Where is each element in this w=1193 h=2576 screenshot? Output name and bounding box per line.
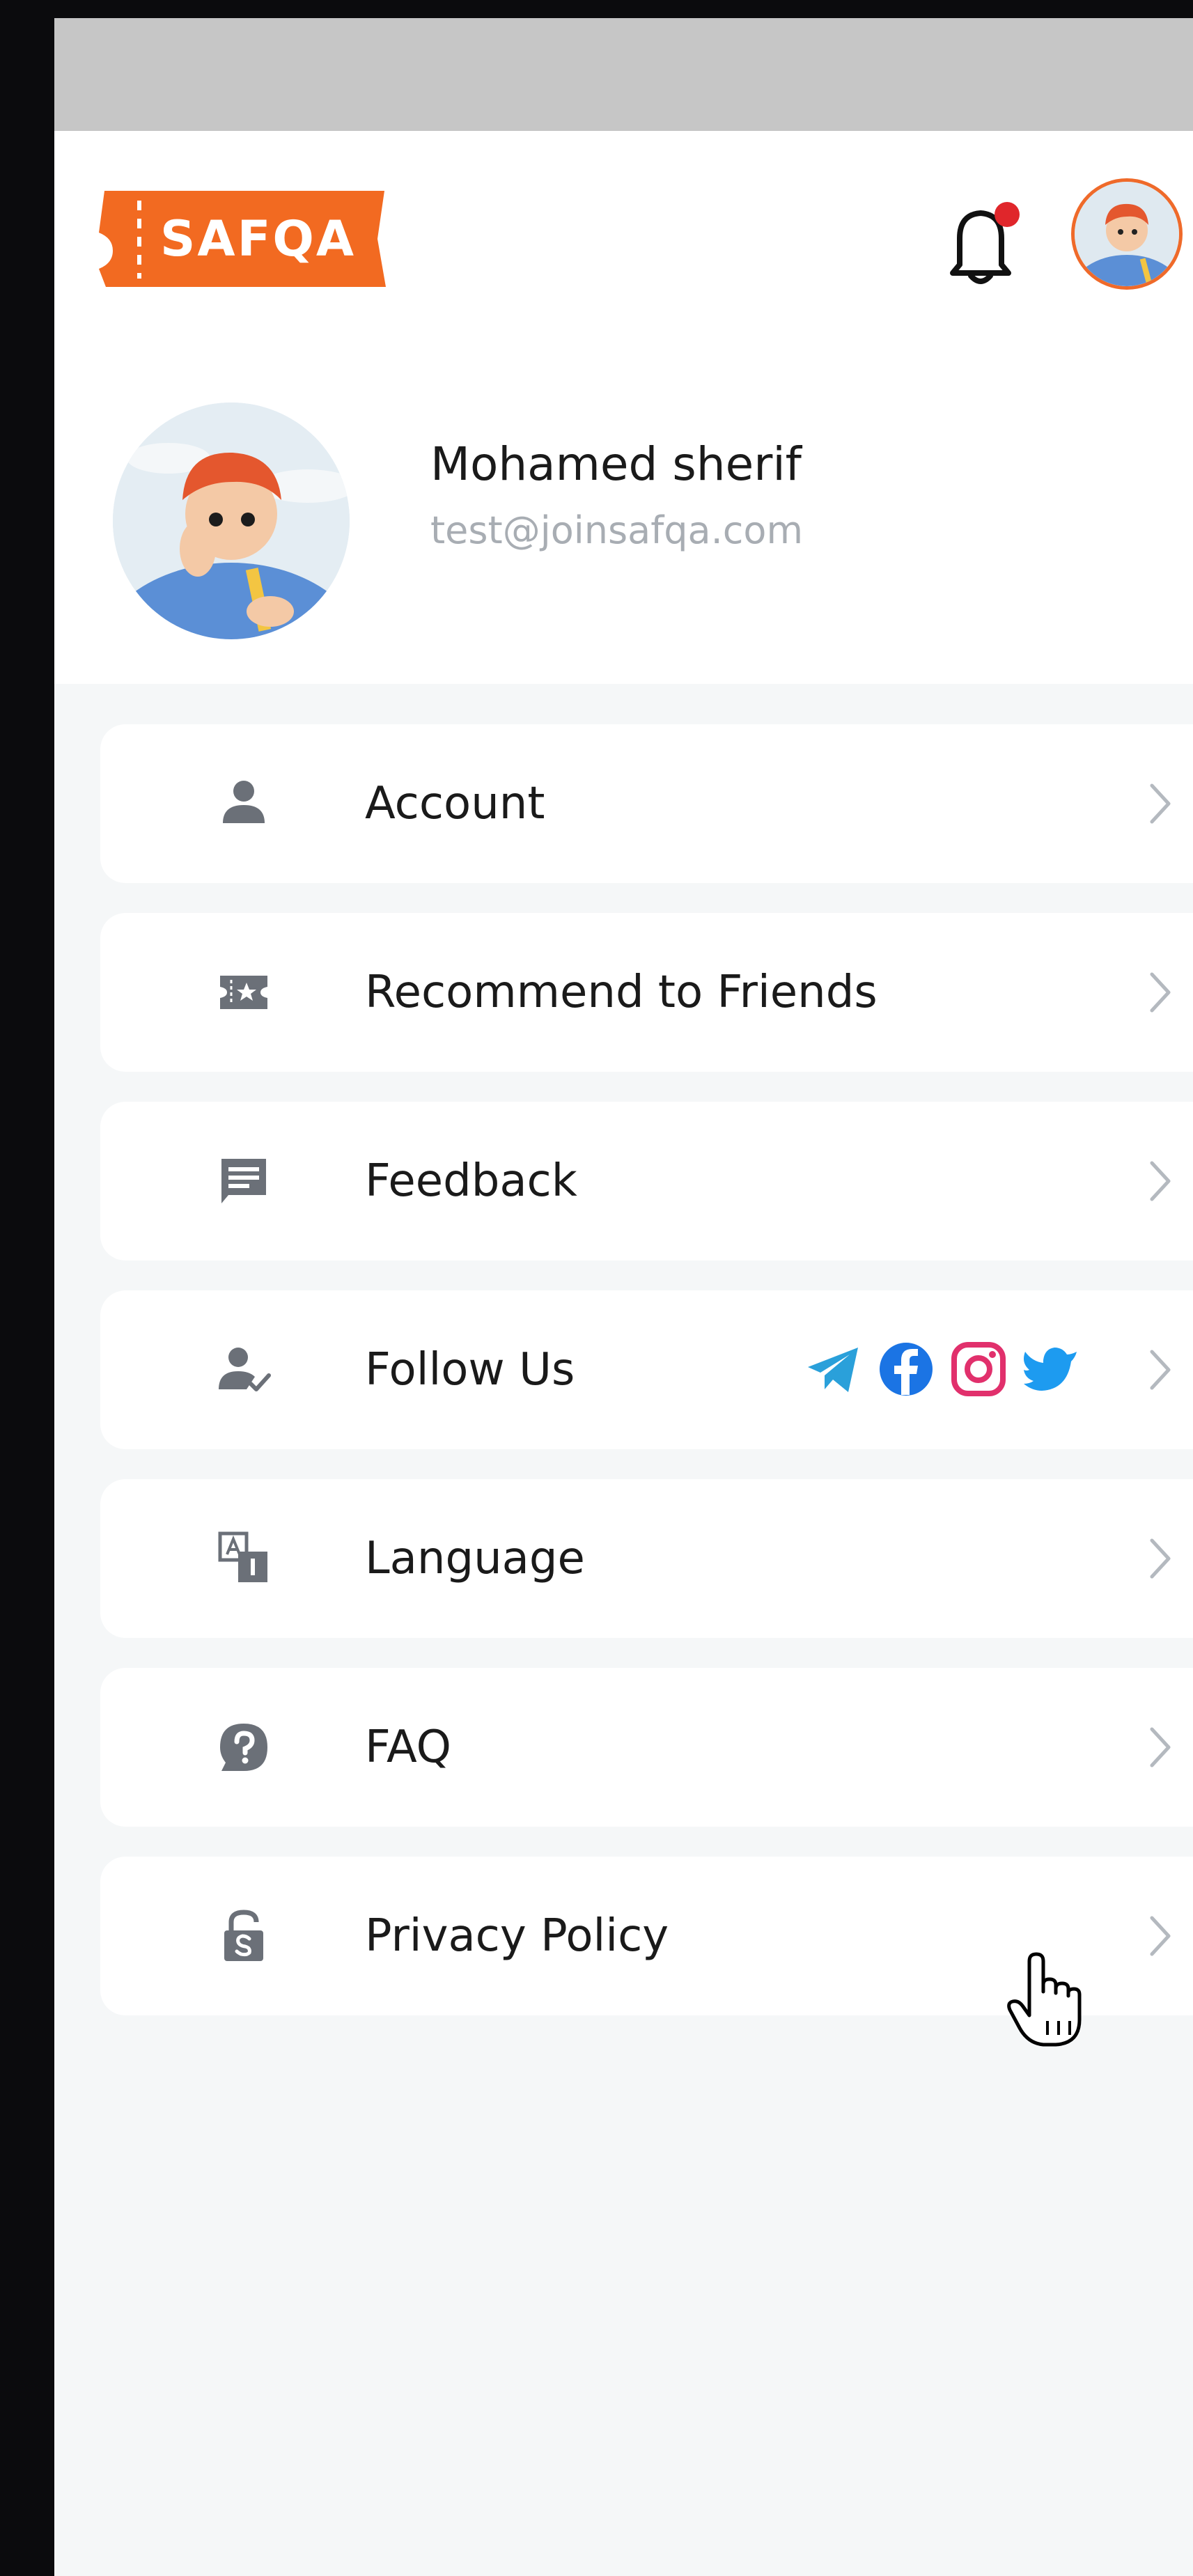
status-bar — [54, 18, 1193, 131]
app-screen: SAFQA Mohamed sherif test@joinsafqa.com … — [54, 18, 1193, 2576]
safqa-logo[interactable]: SAFQA — [98, 187, 391, 291]
menu-item-label: Language — [365, 1533, 585, 1584]
twitter-icon[interactable] — [1021, 1339, 1081, 1399]
menu-item-label: Account — [365, 778, 545, 829]
chevron-right-icon — [1150, 1161, 1171, 1201]
social-links — [804, 1339, 1096, 1402]
chevron-right-icon — [1150, 783, 1171, 824]
profile-header: SAFQA Mohamed sherif test@joinsafqa.com — [54, 131, 1193, 684]
menu-item-label: Follow Us — [365, 1344, 575, 1396]
menu-item-label: Privacy Policy — [365, 1910, 669, 1962]
help-bubble-icon — [220, 1724, 267, 1771]
menu-item-label: Recommend to Friends — [365, 967, 878, 1018]
person-check-icon — [219, 1348, 271, 1391]
feedback-message-icon — [221, 1159, 266, 1203]
menu-item-label: Feedback — [365, 1155, 577, 1207]
chevron-right-icon — [1150, 1916, 1171, 1956]
settings-menu: Account Recommend to Friends Feedback Fo… — [100, 724, 1193, 2045]
profile-email: test@joinsafqa.com — [430, 508, 804, 552]
profile-name: Mohamed sherif — [430, 437, 802, 491]
menu-item-feedback[interactable]: Feedback — [100, 1102, 1193, 1260]
facebook-icon[interactable] — [876, 1339, 936, 1399]
profile-avatar[interactable] — [113, 403, 350, 639]
language-icon — [218, 1531, 267, 1582]
instagram-icon[interactable] — [949, 1339, 1008, 1399]
person-icon — [223, 781, 265, 823]
notification-bell-icon[interactable] — [939, 198, 1022, 288]
chevron-right-icon — [1150, 1727, 1171, 1767]
header-avatar[interactable] — [1071, 178, 1183, 290]
telegram-icon[interactable] — [804, 1339, 864, 1399]
chevron-right-icon — [1150, 1538, 1171, 1579]
menu-item-follow-us[interactable]: Follow Us — [100, 1290, 1193, 1449]
hand-pointer-cursor-icon — [1007, 1952, 1082, 2047]
chevron-right-icon — [1150, 972, 1171, 1013]
menu-item-label: FAQ — [365, 1722, 451, 1773]
notification-dot — [995, 202, 1020, 227]
recommend-ticket-icon — [220, 976, 267, 1009]
lock-dollar-icon — [224, 1910, 263, 1961]
chevron-right-icon — [1150, 1350, 1171, 1390]
logo-text: SAFQA — [160, 210, 357, 267]
menu-item-recommend[interactable]: Recommend to Friends — [100, 913, 1193, 1072]
menu-item-faq[interactable]: FAQ — [100, 1668, 1193, 1827]
menu-item-language[interactable]: Language — [100, 1479, 1193, 1638]
menu-item-account[interactable]: Account — [100, 724, 1193, 883]
